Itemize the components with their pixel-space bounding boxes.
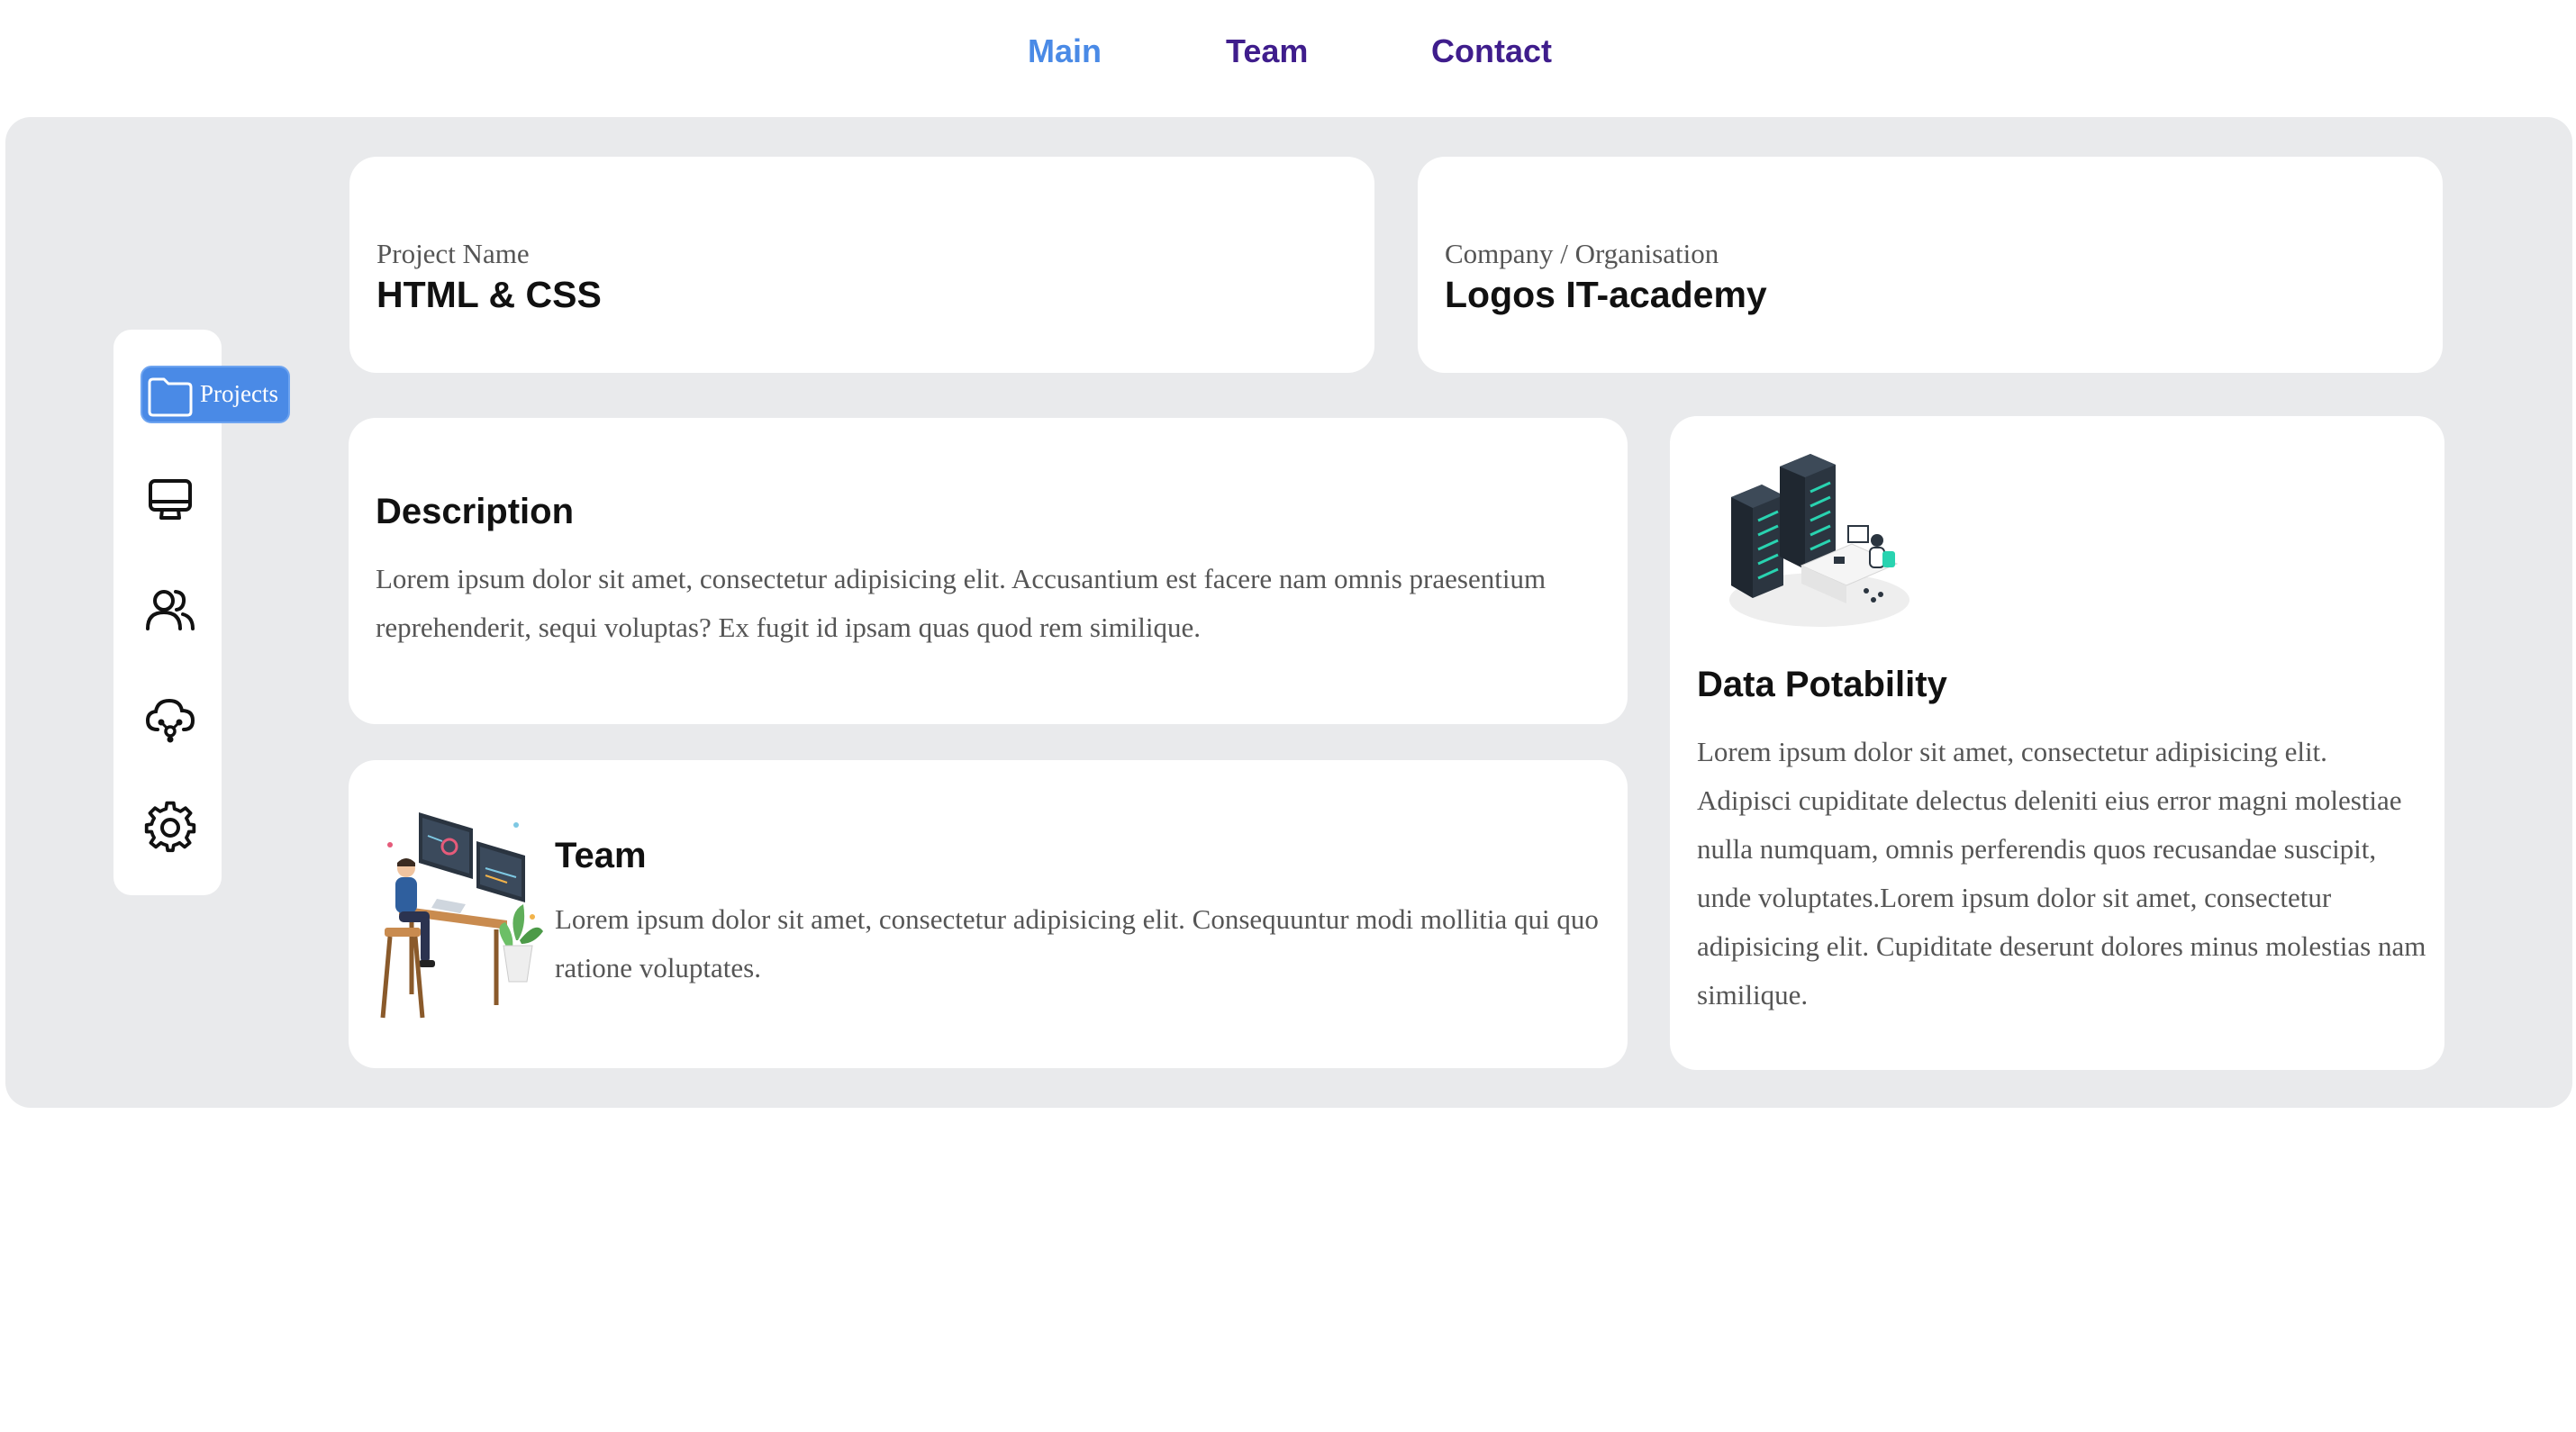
data-potability-card: Data Potability Lorem ipsum dolor sit am… — [1670, 416, 2444, 1070]
company-value: Logos IT-academy — [1445, 274, 1767, 315]
description-card: Description Lorem ipsum dolor sit amet, … — [349, 418, 1628, 724]
sidebar-item-users[interactable] — [139, 578, 202, 641]
project-name-label: Project Name — [376, 238, 530, 269]
top-nav: Main Team Contact — [0, 0, 2576, 108]
nav-link-team[interactable]: Team — [1226, 32, 1308, 70]
company-label: Company / Organisation — [1445, 238, 1719, 269]
server-illustration — [1726, 450, 1917, 630]
project-name-value: HTML & CSS — [376, 274, 602, 315]
monitor-icon — [149, 479, 192, 520]
users-icon — [146, 590, 195, 630]
gear-icon — [144, 801, 196, 853]
team-text: Lorem ipsum dolor sit amet, consectetur … — [555, 903, 1599, 983]
sidebar-item-label: Projects — [200, 380, 278, 407]
sidebar-item-monitor[interactable] — [139, 468, 202, 531]
cloud-share-icon — [145, 698, 195, 743]
team-illustration — [372, 805, 543, 1030]
company-card: Company / Organisation Logos IT-academy — [1418, 157, 2443, 373]
sidebar-item-projects[interactable]: Projects — [141, 366, 290, 423]
team-card: Team Lorem ipsum dolor sit amet, consect… — [349, 760, 1628, 1068]
description-text: Lorem ipsum dolor sit amet, consectetur … — [376, 563, 1547, 643]
sidebar-item-settings[interactable] — [139, 796, 202, 859]
team-title: Team — [555, 836, 647, 875]
nav-link-main[interactable]: Main — [1028, 32, 1102, 70]
nav-link-contact[interactable]: Contact — [1431, 32, 1552, 70]
sidebar-item-cloud[interactable] — [139, 686, 202, 749]
description-title: Description — [376, 492, 575, 531]
project-name-card: Project Name HTML & CSS — [349, 157, 1374, 373]
folder-icon — [144, 370, 196, 422]
data-potability-title: Data Potability — [1697, 665, 1947, 704]
data-potability-text: Lorem ipsum dolor sit amet, consectetur … — [1697, 736, 2426, 1011]
